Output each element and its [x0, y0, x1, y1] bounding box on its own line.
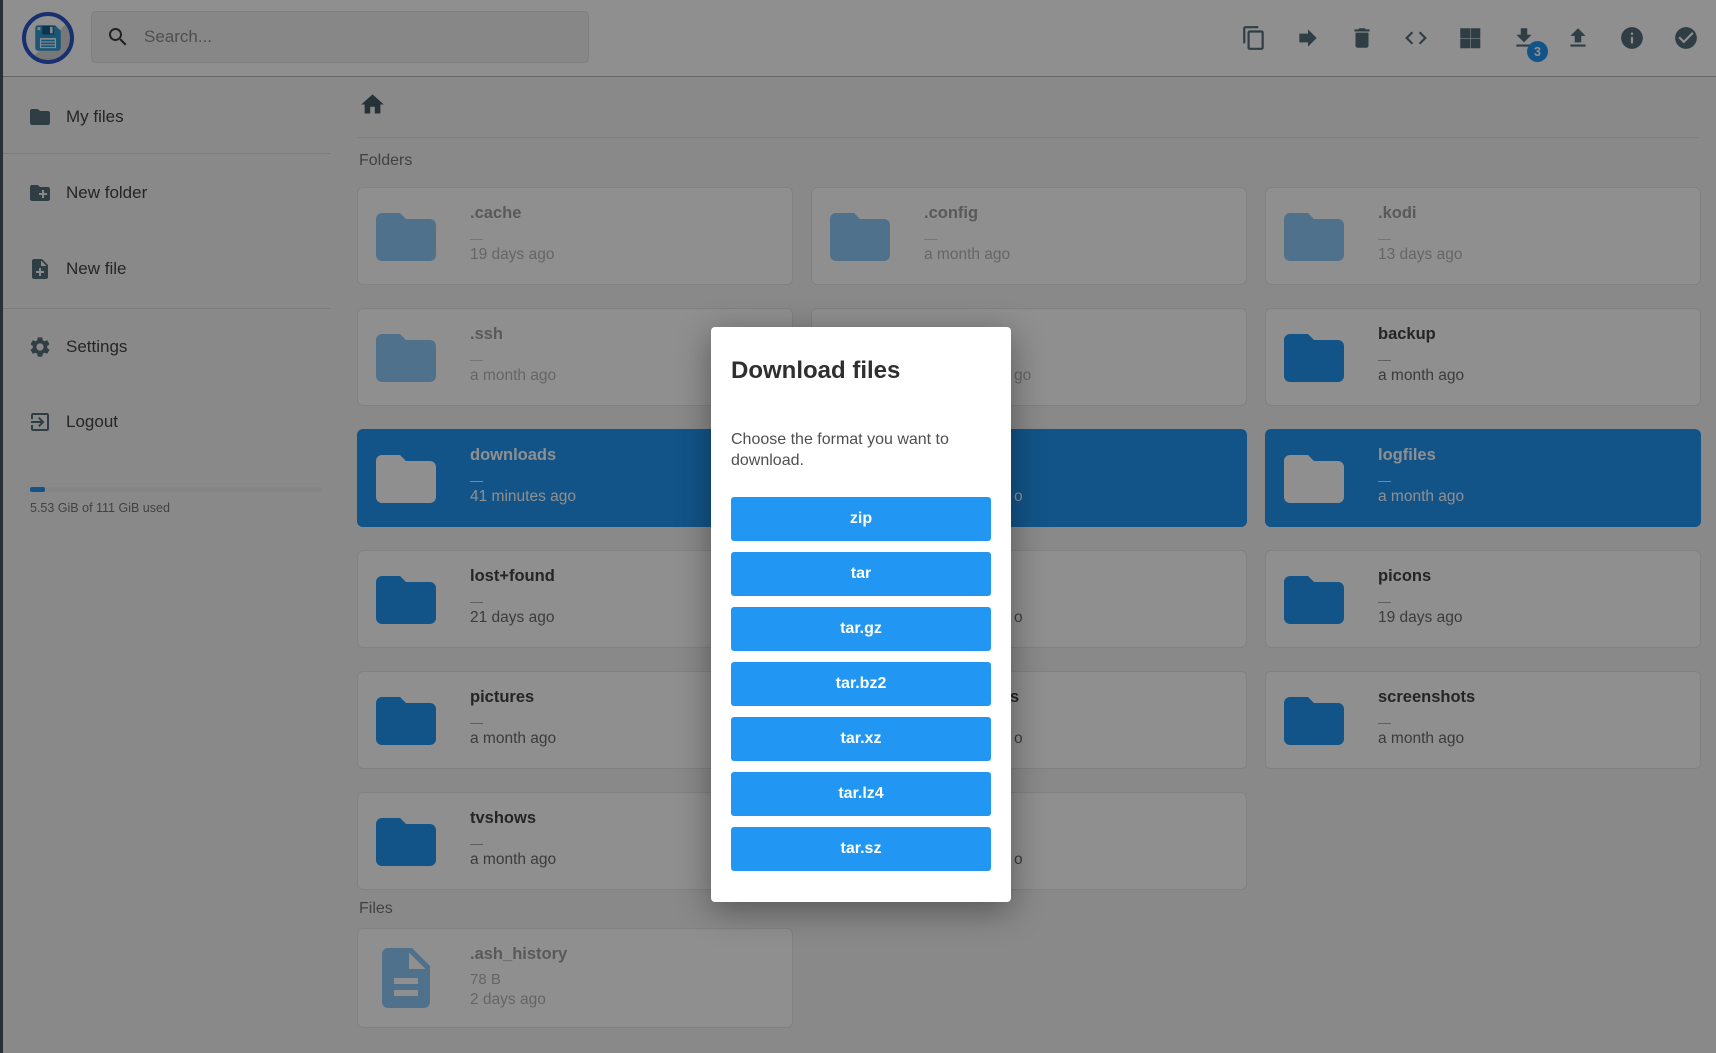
format-button-list: zip tar tar.gz tar.bz2 tar.xz tar.lz4 tar.sz	[731, 497, 991, 871]
download-files-dialog: Download files Choose the format you wan…	[711, 327, 1011, 902]
format-tar-gz-button[interactable]: tar.gz	[731, 607, 991, 651]
format-tar-xz-button[interactable]: tar.xz	[731, 717, 991, 761]
dialog-title: Download files	[731, 357, 991, 385]
format-tar-button[interactable]: tar	[731, 552, 991, 596]
format-tar-sz-button[interactable]: tar.sz	[731, 827, 991, 871]
format-zip-button[interactable]: zip	[731, 497, 991, 541]
format-tar-lz4-button[interactable]: tar.lz4	[731, 772, 991, 816]
filebrowser-app: 3 My files New folder New file	[0, 0, 1716, 1053]
dialog-description: Choose the format you want to download.	[731, 429, 991, 471]
format-tar-bz2-button[interactable]: tar.bz2	[731, 662, 991, 706]
